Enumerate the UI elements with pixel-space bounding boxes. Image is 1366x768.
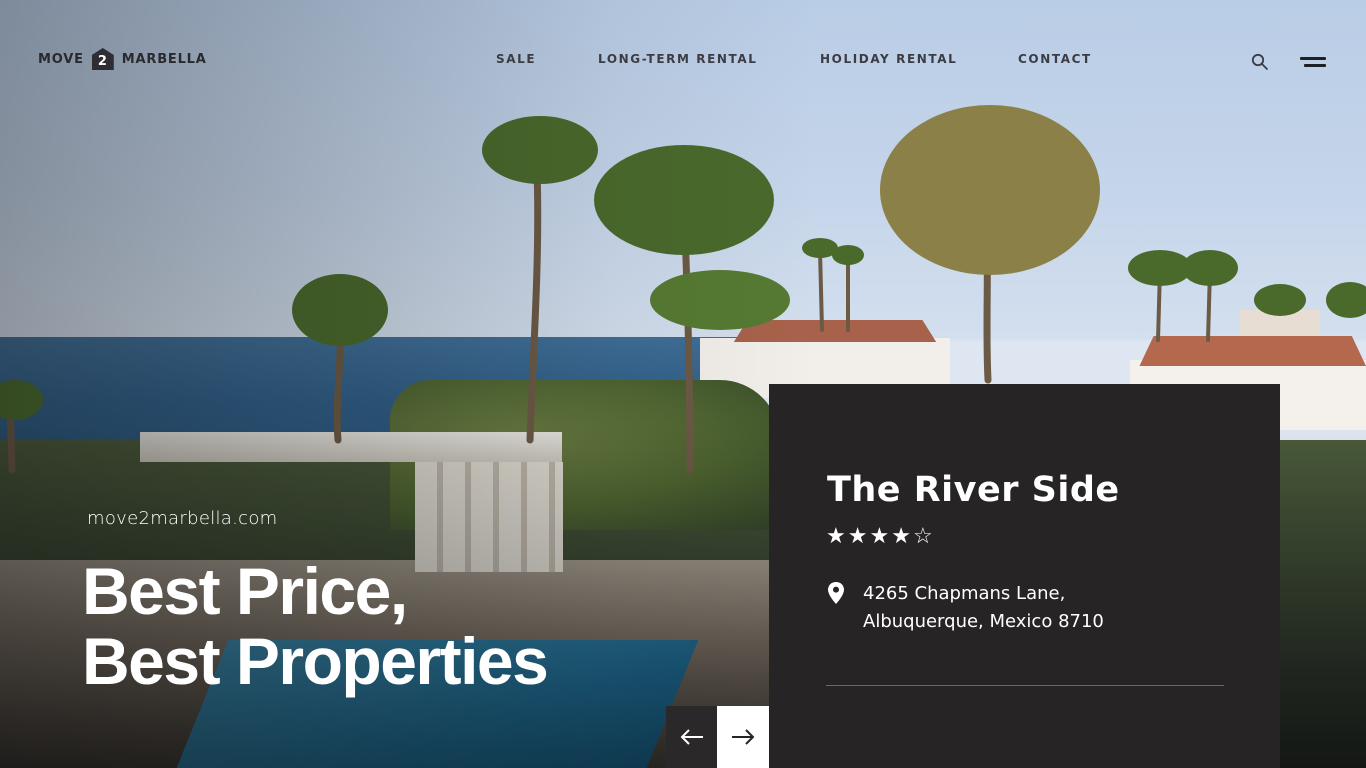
nav-item-sale[interactable]: SALE — [496, 52, 536, 66]
nav-item-holiday-rental[interactable]: HOLIDAY RENTAL — [820, 52, 957, 66]
site-url: move2marbella.com — [87, 508, 278, 529]
star-rating: ★ ★ ★ ★ ☆ — [826, 524, 933, 548]
search-icon[interactable] — [1250, 52, 1270, 72]
property-card[interactable]: The River Side ★ ★ ★ ★ ☆ 4265 Chapmans Lane,… — [769, 384, 1280, 768]
star-filled-icon: ★ — [891, 523, 911, 548]
address-line-2: Albuquerque, Mexico 8710 — [863, 611, 1104, 632]
hamburger-menu-icon[interactable] — [1298, 55, 1328, 71]
address-line-1: 4265 Chapmans Lane, — [863, 583, 1066, 604]
brand-word-1: MOVE — [38, 51, 84, 67]
star-filled-icon: ★ — [869, 523, 890, 548]
headline-line-1: Best Price, — [82, 554, 408, 628]
slider-next-button[interactable] — [717, 706, 769, 768]
arrow-right-icon — [732, 729, 755, 745]
divider — [826, 685, 1224, 686]
nav-item-contact[interactable]: CONTACT — [1018, 52, 1092, 66]
star-filled-icon: ★ — [847, 523, 868, 548]
arrow-left-icon — [680, 729, 703, 745]
nav-item-long-term-rental[interactable]: LONG-TERM RENTAL — [598, 52, 758, 66]
headline-line-2: Best Properties — [82, 624, 549, 698]
star-empty-icon: ☆ — [912, 523, 933, 548]
property-name: The River Side — [827, 470, 1120, 510]
hero-headline: Best Price, Best Properties — [82, 554, 549, 698]
brand-logo[interactable]: MOVE 2 MARBELLA — [38, 46, 207, 72]
brand-word-2: MARBELLA — [121, 51, 207, 67]
slider-prev-button[interactable] — [666, 706, 718, 768]
star-filled-icon: ★ — [826, 523, 846, 548]
location-pin-icon — [828, 582, 844, 604]
brand-badge: 2 — [91, 48, 114, 70]
property-address: 4265 Chapmans Lane, Albuquerque, Mexico … — [863, 580, 1104, 636]
